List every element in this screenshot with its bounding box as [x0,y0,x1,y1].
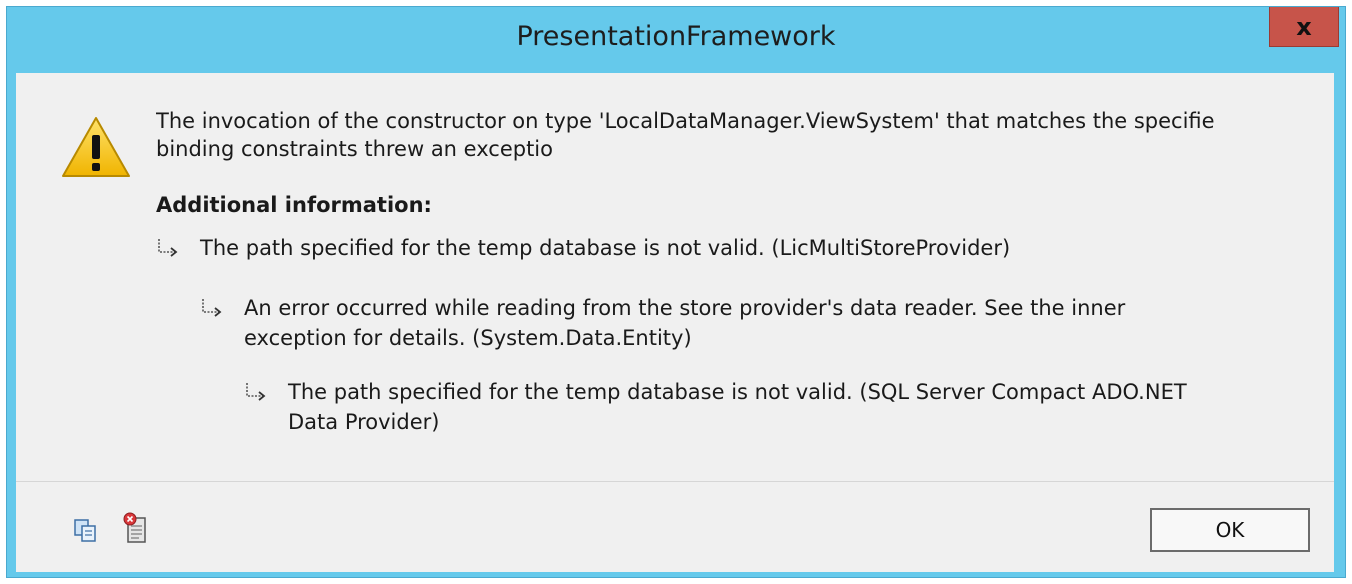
dialog-title: PresentationFramework [516,21,836,52]
error-message: The invocation of the constructor on typ… [156,109,1215,161]
detail-text: The path specified for the temp database… [200,236,1011,260]
close-button[interactable]: x [1269,7,1339,47]
dialog-window: PresentationFramework x The invocation o… [6,6,1346,578]
warning-icon [62,117,130,177]
detail-row: The path specified for the temp database… [156,233,1306,273]
title-bar[interactable]: PresentationFramework x [7,7,1345,73]
copy-icon[interactable] [72,516,100,544]
details-icon[interactable] [122,512,150,546]
detail-row: An error occurred while reading from the… [200,293,1310,359]
ok-button[interactable]: OK [1150,508,1310,552]
detail-row: The path specified for the temp database… [244,377,1314,443]
detail-text: An error occurred while reading from the… [244,296,1126,350]
arrow-icon [246,383,266,401]
dialog-body: The invocation of the constructor on typ… [16,73,1334,481]
additional-info-heading: Additional information: [156,193,432,217]
dialog-footer: OK [16,481,1334,572]
arrow-icon [202,299,222,317]
detail-text: The path specified for the temp database… [288,380,1187,434]
arrow-icon [158,239,178,257]
